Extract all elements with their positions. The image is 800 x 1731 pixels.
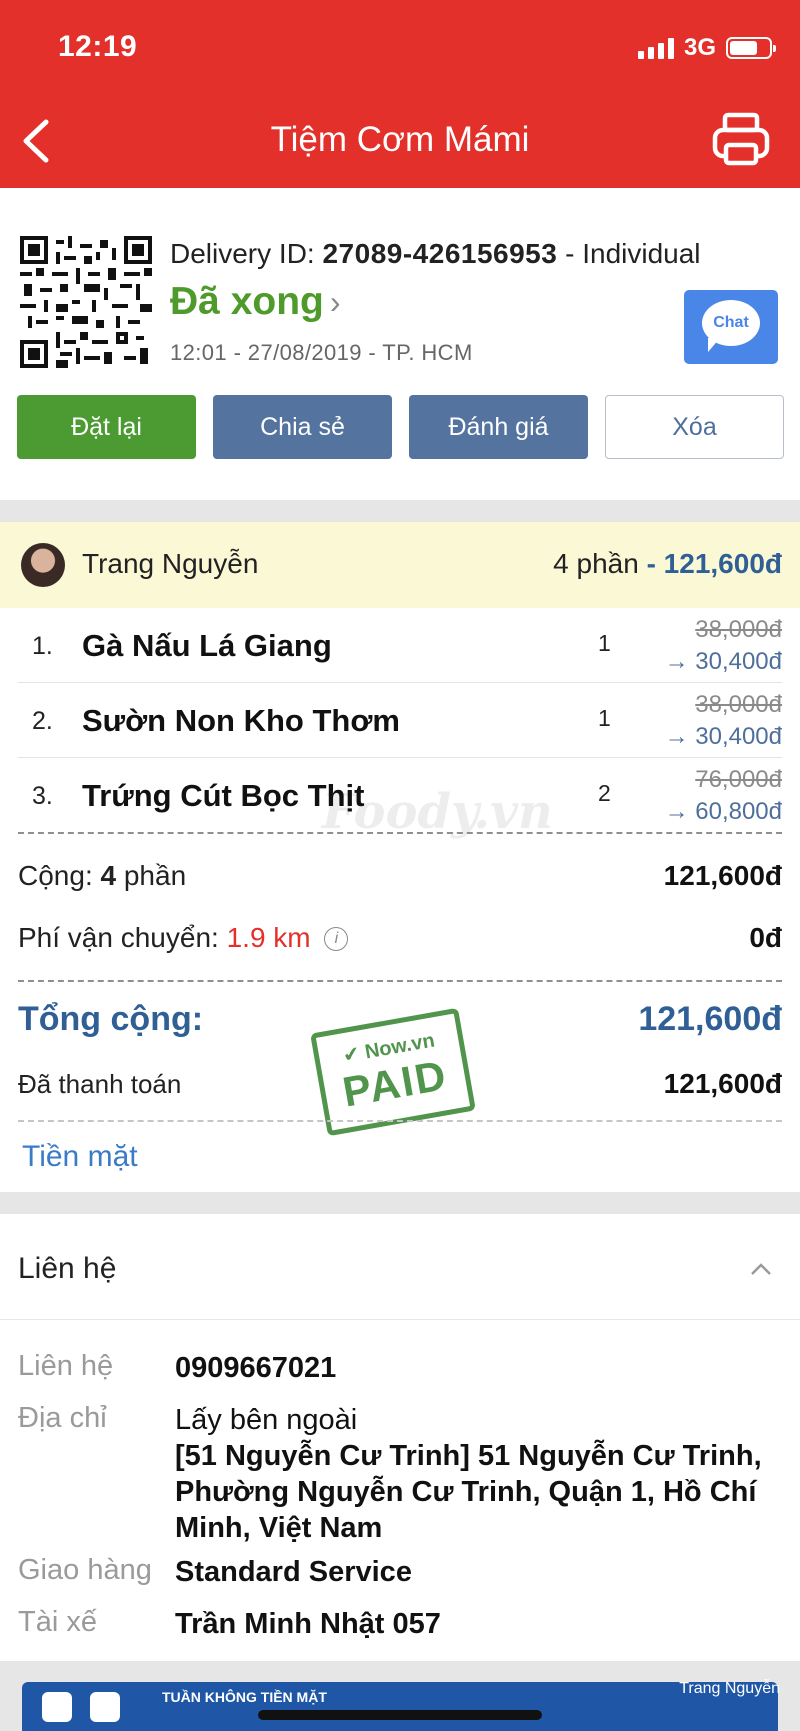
item-name: Trứng Cút Bọc Thịt [82,778,365,813]
status-indicators: 3G [637,34,776,62]
parking-icon [90,1692,120,1722]
shipping-row: Phí vận chuyển: 1.9 km i 0đ [18,922,782,954]
chat-label: Chat [713,314,749,331]
item-qty: 1 [598,630,611,656]
info-icon[interactable]: i [324,927,349,951]
order-summary: Delivery ID: 27089-426156953 - Individua… [0,188,800,500]
phone-value[interactable]: 0909667021 [175,1350,336,1386]
buyer-amount: - 121,600đ [646,548,782,579]
dashed-divider [18,1120,782,1122]
item-old-price: 38,000đ [695,616,782,643]
phone-label: Liên hệ [18,1350,114,1382]
item-qty: 1 [598,705,611,731]
shipping-value: 0đ [749,922,782,953]
item-new-price: → 30,400đ [664,648,782,675]
list-item: 1. Gà Nấu Lá Giang 1 38,000đ → 30,400đ [18,608,782,682]
contact-header[interactable]: Liên hệ [0,1214,800,1320]
driver-label: Tài xế [18,1606,97,1638]
shipping-label: Phí vận chuyển: [18,922,219,953]
app-header: 12:19 3G Tiệm Cơm Mámi [0,0,800,188]
order-status-label: Đã xong [170,280,324,323]
subtotal-value: 121,600đ [663,860,782,891]
item-index: 1. [32,632,53,660]
delivery-id-line: Delivery ID: 27089-426156953 - Individua… [170,238,701,270]
item-new-price: → 60,800đ [664,798,782,825]
order-items-section: Trang Nguyễn 4 phần - 121,600đ Foody.vn … [0,522,800,1192]
item-index: 3. [32,782,53,810]
list-item: 2. Sườn Non Kho Thơm 1 38,000đ → 30,400đ [18,683,782,757]
delivery-type: - Individual [565,238,701,269]
item-index: 2. [32,707,53,735]
item-name: Sườn Non Kho Thơm [82,703,400,738]
rate-button[interactable]: Đánh giá [409,395,588,459]
item-old-price: 38,000đ [695,691,782,718]
paid-value: 121,600đ [663,1068,782,1099]
chat-button[interactable]: Chat [684,290,778,364]
buyer-row: Trang Nguyễn 4 phần - 121,600đ [0,522,800,608]
buyer-portions: 4 phần [553,548,639,579]
item-new-price: → 30,400đ [664,723,782,750]
service-value: Standard Service [175,1556,412,1588]
delivery-id-label: Delivery ID: [170,238,315,269]
subtotal-label: Cộng: [18,860,93,891]
grand-total-value: 121,600đ [638,1000,782,1038]
delivery-id: 27089-426156953 [322,238,558,269]
item-qty: 2 [598,780,611,806]
subtotal-row: Cộng: 4 phần 121,600đ [18,860,782,892]
page-title: Tiệm Cơm Mámi [270,120,530,159]
list-item: 3. Trứng Cút Bọc Thịt 2 76,000đ → 60,800… [18,758,782,832]
address-line1: Lấy bên ngoài [175,1404,358,1436]
avatar [21,543,65,587]
paid-label: Đã thanh toán [18,1069,182,1099]
signal-icon [637,37,674,59]
driver-value: Trần Minh Nhật 057 [175,1608,441,1640]
dashed-divider [18,832,782,834]
chevron-up-icon[interactable] [750,1258,772,1280]
home-indicator [258,1710,542,1720]
address-label: Địa chỉ [18,1402,107,1434]
printer-icon[interactable] [712,112,770,168]
reorder-button[interactable]: Đặt lại [17,395,196,459]
service-label: Giao hàng [18,1554,152,1586]
grand-total-label: Tổng cộng: [18,1000,204,1038]
order-meta: 12:01 - 27/08/2019 - TP. HCM [170,340,473,365]
list-icon [42,1692,72,1722]
payment-method: Tiền mặt [22,1140,138,1173]
brand-watermark: Trang Nguyễn [679,1680,780,1697]
order-status[interactable]: Đã xong › [170,280,341,324]
promo-text: TUẦN KHÔNG TIỀN MẶT [162,1689,327,1705]
share-button[interactable]: Chia sẻ [213,395,392,459]
buyer-name: Trang Nguyễn [82,548,259,579]
address-line2: [51 Nguyễn Cư Trinh] 51 Nguyễn Cư Trinh,… [175,1440,762,1544]
qr-code[interactable] [20,236,152,368]
item-name: Gà Nấu Lá Giang [82,628,332,663]
chevron-right-icon: › [329,283,341,320]
status-time: 12:19 [58,30,138,63]
dashed-divider [18,980,782,982]
contact-section: Liên hệ Liên hệ 0909667021 Địa chỉ Lấy b… [0,1214,800,1661]
network-type: 3G [683,34,716,61]
delete-button[interactable]: Xóa [605,395,784,459]
shipping-distance: 1.9 km [226,922,311,953]
buyer-total: 4 phần - 121,600đ [553,548,782,580]
chat-icon: Chat [702,300,760,346]
order-actions: Đặt lại Chia sẻ Đánh giá Xóa [17,395,784,459]
contact-title: Liên hệ [18,1252,117,1285]
subtotal-unit: phần [123,860,187,891]
battery-icon [726,37,776,59]
item-old-price: 76,000đ [695,766,782,793]
promo-banner[interactable]: TUẦN KHÔNG TIỀN MẶT [22,1682,778,1731]
subtotal-count: 4 [100,860,117,891]
